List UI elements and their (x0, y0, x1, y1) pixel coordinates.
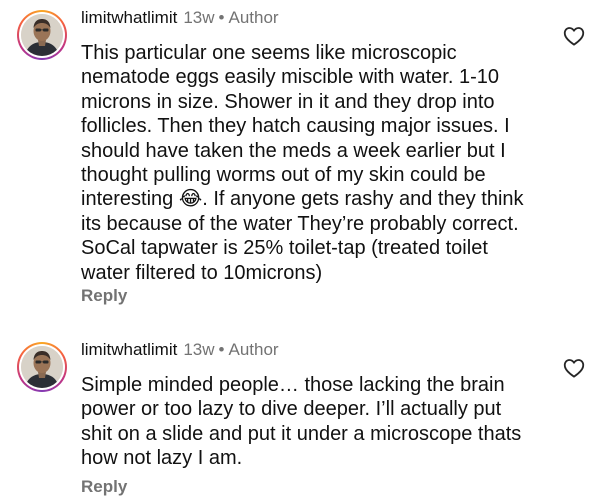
avatar[interactable] (21, 14, 63, 56)
like-heart-icon (563, 27, 585, 46)
separator-dot: • (218, 8, 225, 27)
reply-button[interactable]: Reply (81, 477, 127, 497)
author-badge: Author (228, 8, 279, 27)
timestamp: 13w (183, 8, 215, 27)
comment-meta: limitwhatlimit 13w • Author (81, 8, 279, 28)
separator-dot: • (218, 340, 225, 359)
avatar-photo (21, 346, 63, 388)
comment: limitwhatlimit 13w • Author Simple minded p… (0, 332, 608, 500)
like-heart-icon (563, 359, 585, 378)
author-badge: Author (228, 340, 279, 359)
username[interactable]: limitwhatlimit (81, 8, 177, 27)
username[interactable]: limitwhatlimit (81, 340, 177, 359)
timestamp: 13w (183, 340, 215, 359)
heart-outline-icon[interactable] (563, 26, 585, 46)
avatar-photo (21, 14, 63, 56)
avatar[interactable] (21, 346, 63, 388)
heart-outline-icon[interactable] (563, 358, 585, 378)
comment-text: Simple minded people… those lacking the … (81, 374, 522, 470)
reply-button[interactable]: Reply (81, 286, 127, 306)
comment: limitwhatlimit 13w • Author This particular… (0, 0, 608, 330)
avatar-story-ring[interactable] (17, 10, 67, 60)
comment-meta: limitwhatlimit 13w • Author (81, 340, 279, 360)
comment-text: This particular one seems like microscop… (81, 42, 524, 284)
avatar-ring-gap (19, 12, 65, 58)
avatar-ring-gap (19, 344, 65, 390)
avatar-story-ring[interactable] (17, 342, 67, 392)
